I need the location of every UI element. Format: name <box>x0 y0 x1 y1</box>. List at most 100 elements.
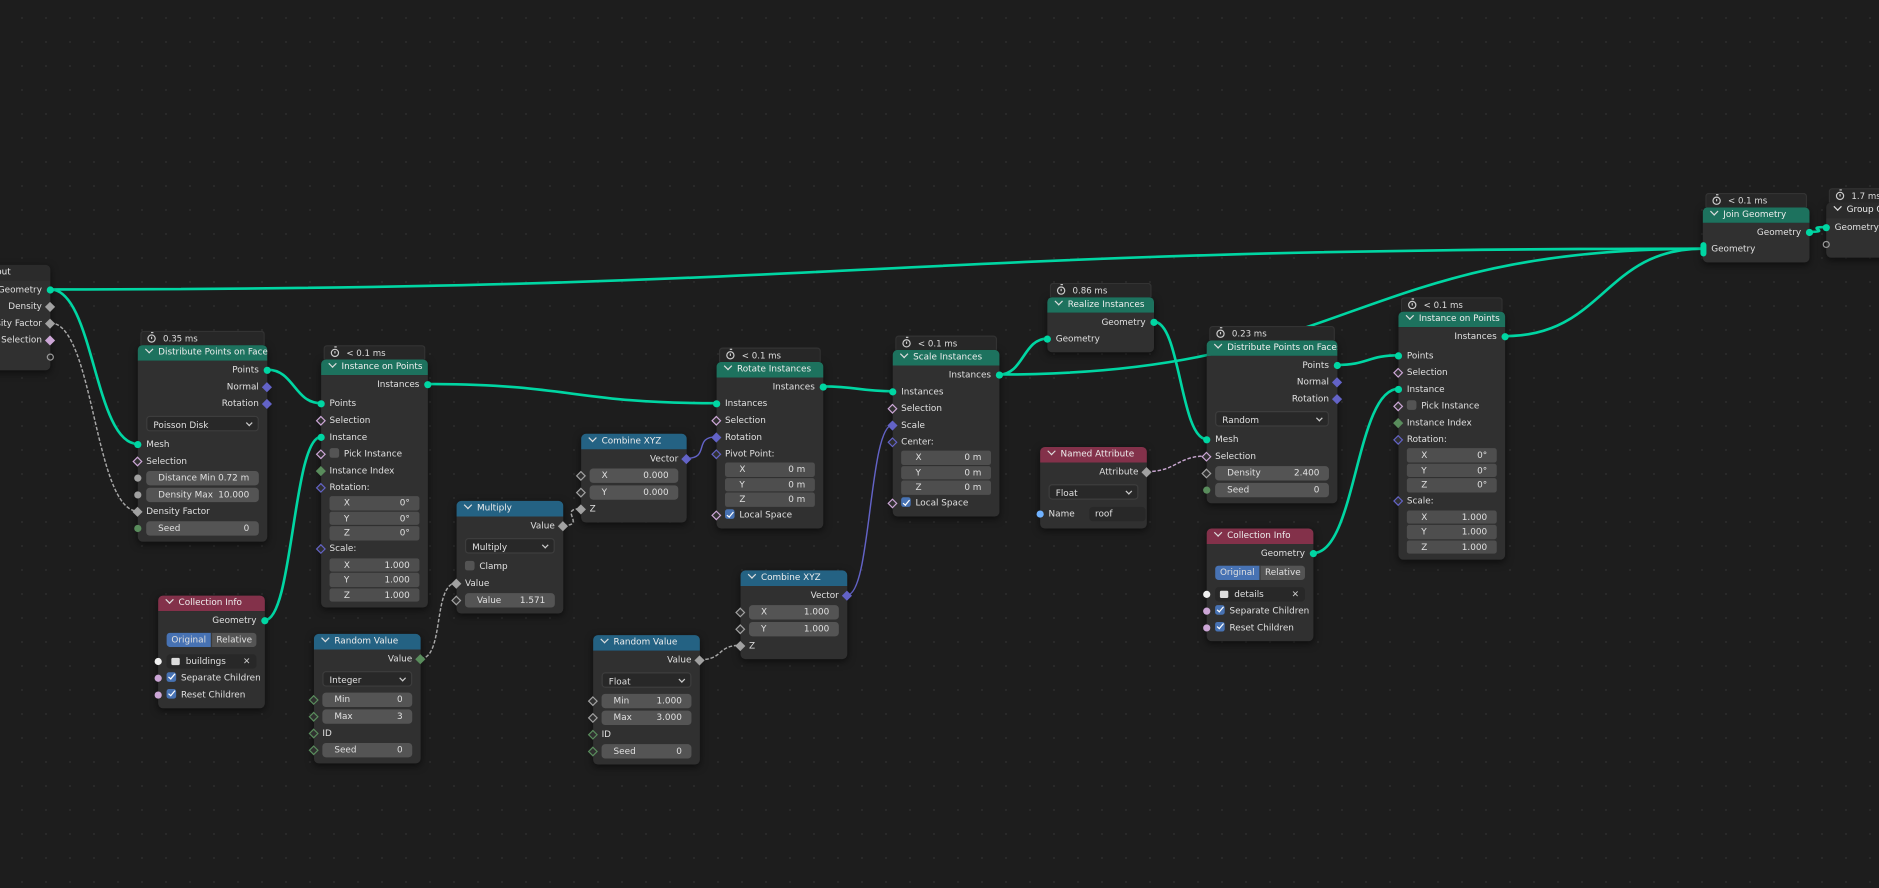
int-socket-icon[interactable] <box>134 524 142 532</box>
value-field[interactable]: Z 0 m <box>724 492 815 507</box>
clear-icon[interactable]: ✕ <box>243 654 250 668</box>
checkbox[interactable] <box>724 509 735 519</box>
toggle-relative[interactable]: Relative <box>1259 565 1305 580</box>
geometry-socket-icon[interactable] <box>1394 385 1403 393</box>
value-field[interactable]: Value 1.571 <box>464 592 555 607</box>
node-combine-xyz[interactable]: Combine XYZ Vector X 1.000 Y 1.000 Z <box>735 570 852 659</box>
link-float[interactable] <box>699 644 741 661</box>
dropdown[interactable]: Float <box>1048 483 1139 500</box>
geometry-socket-icon[interactable] <box>1150 318 1158 326</box>
link-geometry[interactable] <box>50 247 1703 291</box>
link-geometry[interactable] <box>50 288 138 446</box>
node-header[interactable]: Realize Instances <box>1047 297 1155 313</box>
geometry-socket-icon[interactable] <box>317 433 325 441</box>
value-field[interactable]: Y 0 m <box>724 477 815 492</box>
value-field[interactable]: Z 1.000 <box>1406 539 1497 554</box>
collapse-chevron-icon[interactable] <box>747 570 757 579</box>
value-field[interactable]: Z 0 m <box>901 480 992 495</box>
node-distribute-points-on-faces[interactable]: 0.23 ms Distribute Points on Faces Points N… <box>1202 325 1343 503</box>
link-geometry[interactable] <box>1153 320 1208 441</box>
node-header[interactable]: Scale Instances <box>892 349 1000 365</box>
node-named-attribute[interactable]: Named Attribute Attribute Float Name roof <box>1036 446 1152 528</box>
clear-icon[interactable]: ✕ <box>1292 587 1299 601</box>
float-socket-icon[interactable] <box>134 473 142 482</box>
geometry-socket-icon[interactable] <box>889 387 897 395</box>
checkbox[interactable] <box>166 688 177 699</box>
geometry-socket-icon[interactable] <box>1822 223 1830 231</box>
geometry-socket-icon[interactable] <box>819 382 827 391</box>
value-field[interactable]: Z 1.000 <box>329 587 420 602</box>
value-field[interactable]: Y 0° <box>1406 463 1497 477</box>
value-field[interactable]: Max 3.000 <box>601 710 692 725</box>
collection-field[interactable]: buildings ✕ <box>166 653 257 669</box>
value-field[interactable]: X 0 m <box>724 462 815 477</box>
value-field[interactable]: Seed 0 <box>146 520 259 536</box>
collapse-chevron-icon[interactable] <box>899 349 909 359</box>
value-field[interactable]: Min 1.000 <box>601 693 692 708</box>
value-field[interactable]: Y 1.000 <box>748 621 839 636</box>
collapse-chevron-icon[interactable] <box>1047 446 1056 456</box>
value-field[interactable]: Y 0° <box>329 511 420 525</box>
checkbox[interactable] <box>1215 604 1225 615</box>
node-random-value[interactable]: Random Value Value Integer Min 0 Max 3 ID Seed 0 <box>309 633 426 763</box>
bool-socket-icon[interactable] <box>154 674 162 682</box>
value-field[interactable]: Density 2.400 <box>1215 465 1329 480</box>
collapse-chevron-icon[interactable] <box>144 345 154 354</box>
link-vector[interactable] <box>846 424 894 596</box>
geometry-socket-icon[interactable] <box>1805 228 1814 236</box>
value-field[interactable]: Seed 0 <box>1215 482 1329 497</box>
node-header[interactable]: Join Geometry <box>1702 207 1810 223</box>
collapse-chevron-icon[interactable] <box>463 500 473 510</box>
int-socket-icon[interactable] <box>1203 485 1211 494</box>
link-bool[interactable] <box>1146 455 1207 473</box>
collection-field[interactable]: details ✕ <box>1215 586 1305 601</box>
value-field[interactable]: Y 1.000 <box>329 572 420 587</box>
node-header[interactable]: Instance on Points <box>321 359 428 375</box>
link-geometry[interactable] <box>267 368 322 405</box>
collapse-chevron-icon[interactable] <box>600 635 609 644</box>
node-header[interactable]: Random Value <box>593 635 700 651</box>
dropdown[interactable]: Random <box>1215 410 1329 427</box>
node-header[interactable]: Collection Info <box>158 595 265 611</box>
collapse-chevron-icon[interactable] <box>1213 340 1223 349</box>
value-field[interactable]: Z 0° <box>1406 478 1497 492</box>
empty-socket-icon[interactable] <box>154 657 162 665</box>
dropdown[interactable]: Integer <box>322 670 413 687</box>
geometry-socket-icon[interactable] <box>1699 241 1706 256</box>
node-header[interactable]: Collection Info <box>1206 528 1314 544</box>
collapse-chevron-icon[interactable] <box>165 595 174 605</box>
value-field[interactable]: X 0° <box>1406 448 1497 462</box>
node-header[interactable]: Instance on Points <box>1398 311 1506 327</box>
value-field[interactable]: Y 0 m <box>901 465 992 480</box>
empty-socket-icon[interactable] <box>1203 590 1211 598</box>
node-scale-instances[interactable]: < 0.1 ms Scale Instances Instances Instance… <box>888 334 1004 517</box>
value-field[interactable]: Y 1.000 <box>1406 524 1497 539</box>
geometry-socket-icon[interactable] <box>1394 351 1403 359</box>
collapse-chevron-icon[interactable] <box>1709 207 1719 216</box>
node-instance-on-points[interactable]: < 0.1 ms Instance on Points Instances Point… <box>316 344 432 607</box>
float-socket-icon[interactable] <box>134 490 142 498</box>
value-field[interactable]: Z 0° <box>329 526 420 540</box>
value-field[interactable]: Max 3 <box>322 708 413 724</box>
text-input[interactable]: roof <box>1089 506 1146 521</box>
collapse-chevron-icon[interactable] <box>328 359 337 368</box>
dropdown[interactable]: Poisson Disk <box>146 415 259 431</box>
geometry-socket-icon[interactable] <box>1501 332 1509 340</box>
geometry-socket-icon[interactable] <box>261 616 269 624</box>
geometry-socket-icon[interactable] <box>1333 361 1341 369</box>
node-header[interactable]: Rotate Instances <box>716 361 824 377</box>
node-header[interactable]: Combine XYZ <box>740 570 848 586</box>
collapse-chevron-icon[interactable] <box>1405 311 1415 320</box>
geometry-socket-icon[interactable] <box>263 366 271 374</box>
value-field[interactable]: Y 0.000 <box>589 484 679 500</box>
value-field[interactable]: X 0° <box>329 496 420 510</box>
node-header[interactable]: Named Attribute <box>1040 446 1147 462</box>
node-realize-instances[interactable]: 0.86 ms Realize Instances Geometry Geometry <box>1043 282 1158 352</box>
geometry-socket-icon[interactable] <box>713 399 721 407</box>
geometry-socket-icon[interactable] <box>1043 334 1051 343</box>
empty-socket-icon[interactable] <box>1822 240 1830 248</box>
link-float[interactable] <box>50 322 138 512</box>
value-field[interactable]: X 0.000 <box>589 467 679 483</box>
value-field[interactable]: Min 0 <box>322 692 413 707</box>
node-group-input[interactable]: Group Input Geometry Density Density Factor… <box>0 264 55 370</box>
